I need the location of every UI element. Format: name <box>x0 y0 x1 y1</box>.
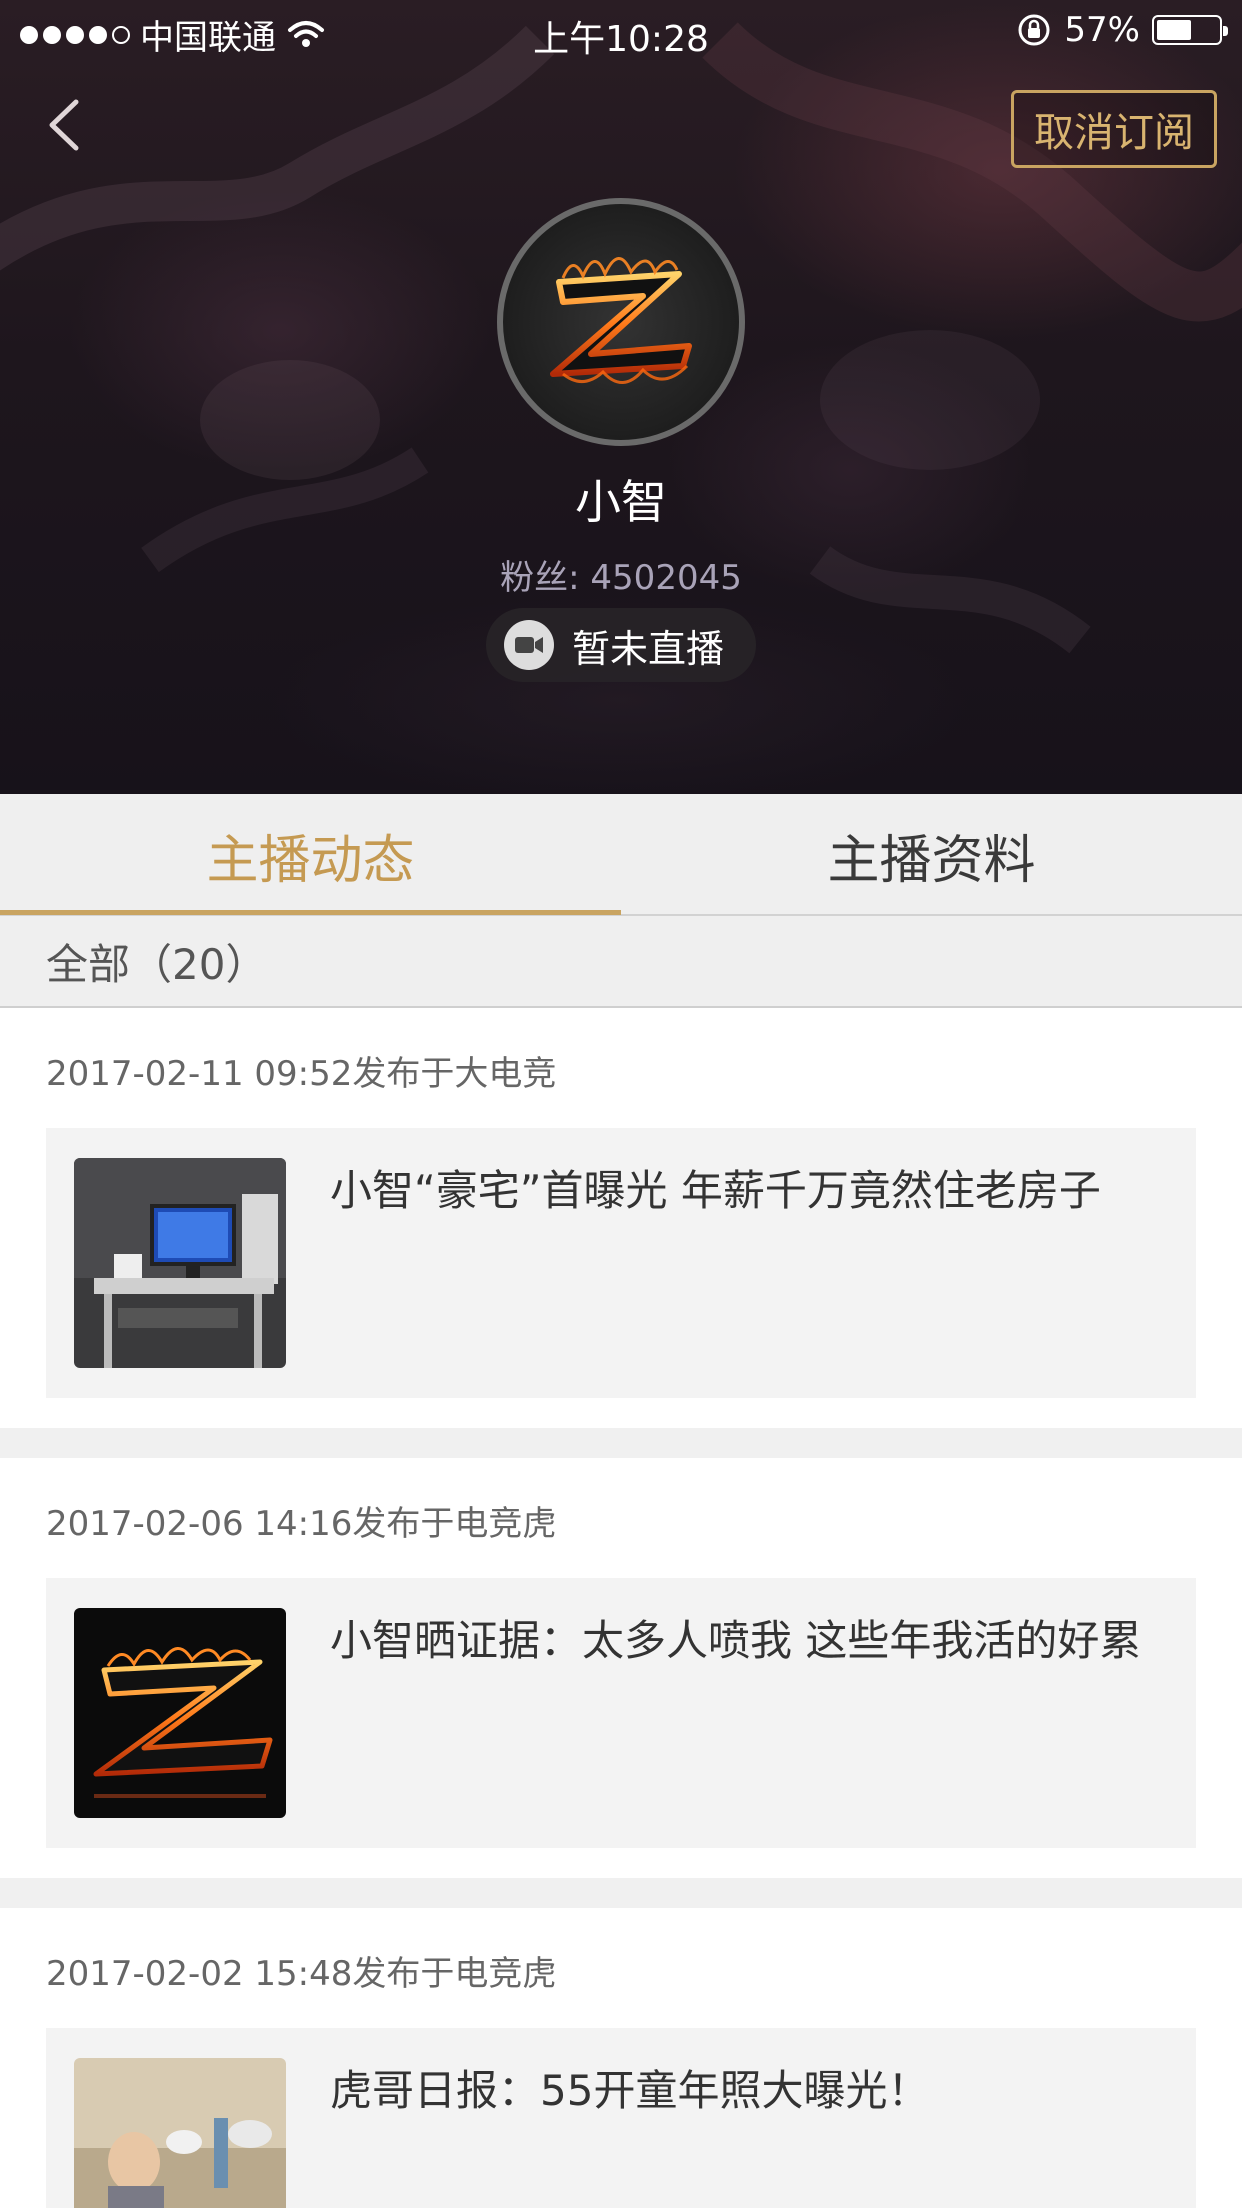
video-camera-icon <box>504 620 554 670</box>
fan-count: 粉丝: 4502045 <box>500 558 742 598</box>
feed-item: 2017-02-02 15:48发布于电竞虎 虎哥日报：55开童年照大曝光！ <box>0 1908 1242 2208</box>
flaming-z-logo <box>550 257 692 384</box>
article-card[interactable]: 虎哥日报：55开童年照大曝光！ <box>46 2028 1196 2208</box>
feed-meta: 2017-02-06 14:16发布于电竞虎 <box>46 1504 557 1544</box>
filter-all[interactable]: 全部（20） <box>0 916 1242 1008</box>
avatar[interactable] <box>497 198 745 446</box>
article-card[interactable]: 小智“豪宅”首曝光 年薪千万竟然住老房子 <box>46 1128 1196 1398</box>
article-title: 虎哥日报：55开童年照大曝光！ <box>330 2066 930 2115</box>
rotation-lock-icon <box>1018 14 1050 46</box>
profile-header: 中国联通 上午10:28 57% 取消订阅 小智 粉丝: 4502045 暂未直… <box>0 0 1242 794</box>
tab-streamer-profile[interactable]: 主播资料 <box>621 794 1242 916</box>
live-status-label: 暂未直播 <box>572 626 725 671</box>
article-thumbnail <box>74 1158 286 1368</box>
feed-meta: 2017-02-11 09:52发布于大电竞 <box>46 1054 557 1094</box>
active-tab-indicator <box>0 910 621 915</box>
battery-icon <box>1152 15 1228 45</box>
feed-item: 2017-02-06 14:16发布于电竞虎 小智晒证据：太多人喷我 这些年我活… <box>0 1458 1242 1878</box>
article-card[interactable]: 小智晒证据：太多人喷我 这些年我活的好累 <box>46 1578 1196 1848</box>
article-thumbnail <box>74 2058 286 2208</box>
status-bar: 中国联通 上午10:28 57% <box>0 0 1242 62</box>
streamer-name: 小智 <box>575 475 667 529</box>
back-button[interactable] <box>36 90 96 160</box>
live-status-badge: 暂未直播 <box>486 608 756 682</box>
article-thumbnail <box>74 1608 286 1818</box>
article-title: 小智晒证据：太多人喷我 这些年我活的好累 <box>330 1616 1142 1665</box>
feed-item: 2017-02-11 09:52发布于大电竞 小智“豪宅”首曝光 年薪千万竟然住… <box>0 1008 1242 1428</box>
filter-label: 全部（20） <box>46 939 268 989</box>
unsubscribe-button[interactable]: 取消订阅 <box>1011 90 1217 168</box>
chevron-left-icon <box>49 99 79 151</box>
battery-percent: 57% <box>1064 10 1140 50</box>
tab-streamer-updates[interactable]: 主播动态 <box>0 794 621 916</box>
tab-bar: 主播动态 主播资料 <box>0 794 1242 916</box>
article-title: 小智“豪宅”首曝光 年薪千万竟然住老房子 <box>330 1166 1101 1215</box>
feed-meta: 2017-02-02 15:48发布于电竞虎 <box>46 1954 557 1994</box>
